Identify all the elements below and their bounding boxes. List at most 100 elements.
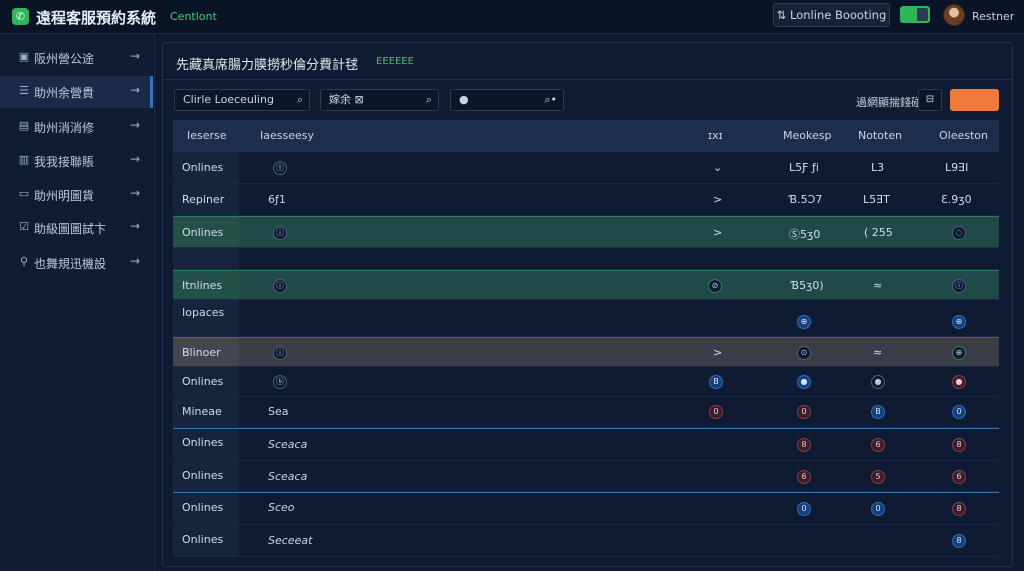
table-row[interactable]: Onlines Sceaca 6 5 6	[173, 461, 999, 492]
status-icon[interactable]: 8	[952, 534, 966, 548]
status-icon[interactable]: ⊙	[797, 346, 811, 360]
status-icon[interactable]: 5	[871, 470, 885, 484]
table-header: Ieserse Iaesseesy ɪxɪ Meokesp Nototen Ol…	[173, 120, 999, 152]
table-row[interactable]: Mineae Sea 0 0 B 0	[173, 397, 999, 428]
sidebar-item-label: 助州余營貴	[34, 86, 95, 100]
top-bar: ✆ 遠程客服預約系統 Centlont ⇅ Lonline Boooting R…	[0, 0, 1024, 34]
row-sub: Sea	[268, 405, 289, 418]
table-row[interactable]: Onlines Ⓘ ⌄ L5Ƒ ƒi L3 L9ƎI	[173, 152, 999, 184]
column-header[interactable]: Ieserse	[187, 129, 227, 142]
chevron-right-icon: →	[130, 186, 141, 200]
next-icon[interactable]: ⊘	[708, 279, 722, 293]
sidebar-item-2[interactable]: ☰ 助州余營貴 →	[0, 76, 153, 108]
table-row[interactable]: Onlines ⓘ > Ⓢ5ʒ0 ( 255 ◌	[173, 216, 999, 248]
status-icon[interactable]: ◌	[952, 226, 966, 240]
filter-input[interactable]: 嫁余 ⊠ ⌕	[320, 89, 439, 111]
folder-icon: ▭	[18, 187, 30, 200]
table-row[interactable]: Onlines Seceeat 8	[173, 525, 999, 557]
filter-button[interactable]: ⊟	[918, 89, 942, 111]
status-icon[interactable]: 0	[709, 405, 723, 419]
status-icon[interactable]: ⊕	[797, 315, 811, 329]
cell-value: >	[713, 226, 723, 239]
status-icon[interactable]: ⊕	[952, 315, 966, 329]
row-name: Mineae	[182, 405, 222, 418]
info-icon[interactable]: ⓘ	[273, 279, 287, 293]
row-sub: Sceo	[268, 501, 295, 514]
cell-value: Ɓ.5Ɔ7	[789, 193, 823, 206]
status-icon[interactable]: 0	[797, 405, 811, 419]
row-name: Onlines	[182, 436, 224, 449]
cell-value: Ⓢ5ʒ0	[789, 228, 821, 241]
search-input[interactable]: Clirle Loeceuling ⌕	[174, 89, 310, 111]
column-header[interactable]: Iaesseesy	[260, 129, 314, 142]
status-icon[interactable]: 8	[797, 438, 811, 452]
date-input[interactable]: ● ⌕•	[450, 89, 564, 111]
sidebar-item-7[interactable]: ⚲ 也舞規迅機設 →	[0, 247, 153, 279]
sidebar-item-5[interactable]: ▭ 助州明圖貨 →	[0, 179, 153, 211]
column-header[interactable]: Meokesp	[783, 129, 831, 142]
info-icon[interactable]: ⓘ	[273, 346, 287, 360]
status-icon[interactable]: ●	[797, 375, 811, 389]
sidebar-item-6[interactable]: ☑ 助級圖圖試卞 →	[0, 212, 153, 244]
row-name: Itnlines	[182, 279, 223, 292]
status-icon[interactable]: B	[709, 375, 723, 389]
info-icon[interactable]: ⓘ	[273, 226, 287, 240]
status-icon[interactable]: ●	[871, 375, 885, 389]
cell-value: L5ƎT	[863, 193, 890, 206]
cell-value: ≈	[873, 346, 883, 359]
status-icon[interactable]: 0	[952, 405, 966, 419]
table-row[interactable]: Onlines ⓑ B ● ● ●	[173, 367, 999, 397]
chevron-right-icon: →	[130, 49, 141, 63]
info-icon[interactable]: Ⓘ	[273, 161, 287, 175]
online-toggle[interactable]	[900, 6, 930, 23]
chevron-right-icon: →	[130, 219, 141, 233]
row-name: Blinoer	[182, 346, 221, 359]
status-icon[interactable]: 6	[797, 470, 811, 484]
data-table: Ieserse Iaesseesy ɪxɪ Meokesp Nototen Ol…	[173, 120, 999, 560]
grid-icon: ▣	[18, 50, 30, 63]
status-icon[interactable]: ⓘ	[952, 279, 966, 293]
cell-value: Ɛ.9ʒ0	[941, 193, 972, 206]
status-icon[interactable]: 6	[952, 470, 966, 484]
info-icon[interactable]: ⓑ	[273, 375, 287, 389]
status-icon[interactable]: 8	[952, 438, 966, 452]
filter-input-value: 嫁余 ⊠	[329, 93, 364, 106]
panel-title: 先藏真席腸力膜撈秒倫分費計毬	[176, 58, 359, 73]
online-booking-button[interactable]: ⇅ Lonline Boooting	[773, 3, 890, 27]
sidebar-item-label: 阪州營公途	[34, 52, 95, 66]
table-row[interactable]: Repiner 6ƒ1 > Ɓ.5Ɔ7 L5ƎT Ɛ.9ʒ0	[173, 184, 999, 216]
column-header[interactable]: Nototen	[858, 129, 902, 142]
status-icon[interactable]: 6	[871, 438, 885, 452]
chevron-right-icon: →	[130, 254, 141, 268]
sidebar-item-label: 也舞規迅機設	[34, 257, 107, 271]
doc-icon: ▤	[18, 119, 30, 132]
status-icon[interactable]: ●	[952, 375, 966, 389]
table-row[interactable]: Onlines Sceaca 8 6 8	[173, 428, 999, 461]
status-icon[interactable]: B	[871, 405, 885, 419]
panel-divider	[163, 79, 1012, 80]
column-header[interactable]: ɪxɪ	[708, 129, 723, 142]
row-arrow-icon: ≈	[873, 279, 883, 292]
row-sub: 6ƒ1	[268, 193, 286, 206]
avatar[interactable]	[943, 4, 965, 26]
chevron-right-icon: →	[130, 83, 141, 97]
table-row[interactable]: Itnlines ⓘ ⊘ Ɓ5ʒ0) ≈ ⓘ	[173, 270, 999, 300]
check-icon: ☑	[19, 220, 29, 233]
user-name[interactable]: Restner	[972, 10, 1014, 23]
table-row[interactable]: Iopaces ⊕ ⊕	[173, 300, 999, 337]
status-icon[interactable]: 8	[952, 502, 966, 516]
status-icon[interactable]: 0	[797, 502, 811, 516]
add-button[interactable]	[950, 89, 999, 111]
search-icon: ⌕	[296, 93, 303, 106]
chart-icon: ▥	[18, 153, 30, 166]
sidebar-item-3[interactable]: ▤ 助州消消修 →	[0, 111, 153, 143]
row-name: Onlines	[182, 501, 224, 514]
status-icon[interactable]: 0	[871, 502, 885, 516]
sidebar-item-1[interactable]: ▣ 阪州營公途 →	[0, 42, 153, 74]
status-icon[interactable]: ⊕	[952, 346, 966, 360]
sidebar-item-4[interactable]: ▥ 我我接聯賬 →	[0, 145, 153, 177]
table-row[interactable]: Blinoer ⓘ > ⊙ ≈ ⊕	[173, 337, 999, 367]
column-header[interactable]: Oleeston	[939, 129, 988, 142]
table-row[interactable]: Onlines Sceo 0 0 8	[173, 492, 999, 525]
chevron-right-icon: →	[130, 152, 141, 166]
